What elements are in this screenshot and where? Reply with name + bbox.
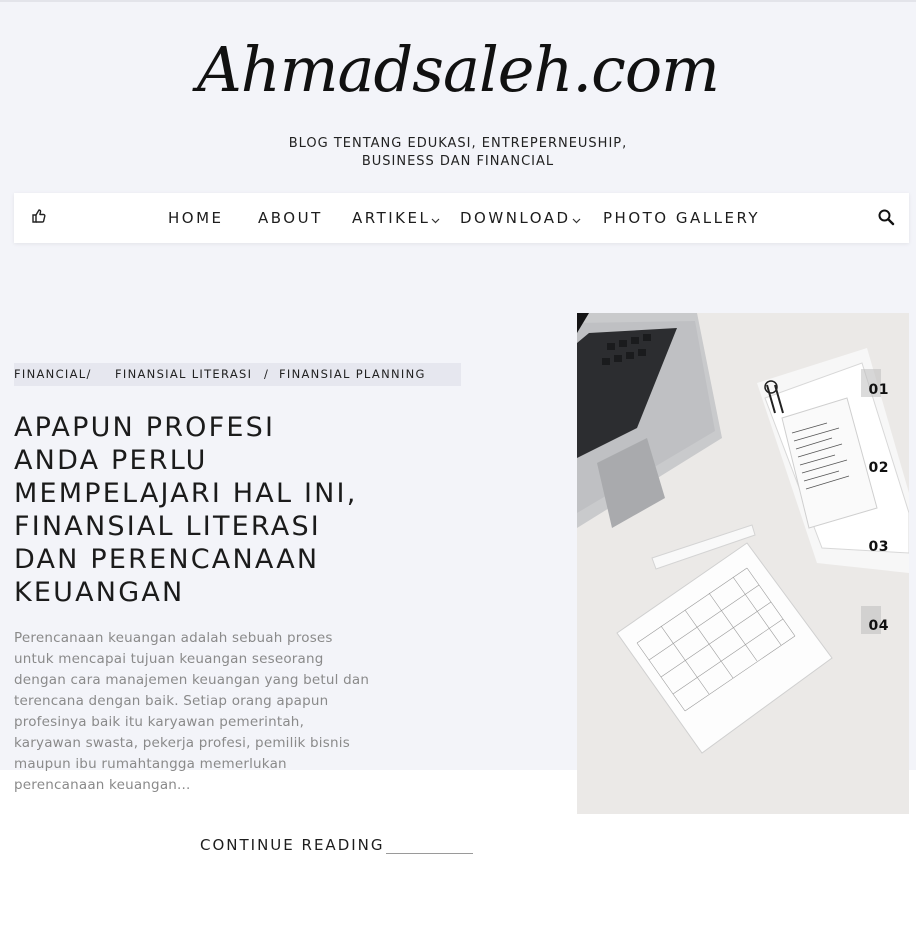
slider-number-label: 04 [868, 618, 889, 634]
slider-number-label: 02 [868, 460, 889, 476]
site-logo[interactable]: Ahmadsaleh.com [0, 30, 916, 110]
excerpt-line: profesinya baik itu karyawan pemerintah, [14, 714, 305, 730]
post-title-line: FINANSIAL LITERASI [14, 511, 321, 542]
nav-about[interactable]: ABOUT [258, 193, 323, 243]
category-bar: FINANCIAL/ FINANSIAL LITERASI / FINANSIA… [14, 363, 461, 386]
nav-artikel-label: ARTIKEL [352, 209, 431, 227]
nav-download-label: DOWNLOAD [460, 209, 571, 227]
slider-number-1[interactable]: 01 [861, 369, 889, 401]
featured-image[interactable] [577, 313, 909, 814]
excerpt-line: perencanaan keuangan... [14, 777, 191, 793]
nav-photo-gallery[interactable]: PHOTO GALLERY [603, 193, 760, 243]
post-title-line: MEMPELAJARI HAL INI, [14, 478, 358, 509]
excerpt-line: dengan cara manajemen keuangan yang betu… [14, 672, 370, 688]
tagline-line-1: BLOG TENTANG EDUKASI, ENTREPERNEUSHIP, [288, 136, 628, 151]
nav-home[interactable]: HOME [168, 193, 224, 243]
chevron-down-icon [572, 195, 581, 224]
category-separator: / [264, 367, 270, 381]
featured-image-illustration [577, 313, 909, 814]
post-title-line: APAPUN PROFESI [14, 412, 276, 443]
category-link-financial[interactable]: FINANCIAL/ [14, 367, 92, 381]
post-title-line: KEUANGAN [14, 577, 185, 608]
thumbs-up-icon[interactable] [30, 207, 48, 225]
post-excerpt: Perencanaan keuangan adalah sebuah prose… [14, 628, 399, 796]
excerpt-line: Perencanaan keuangan adalah sebuah prose… [14, 630, 333, 646]
category-link-finansial-literasi[interactable]: FINANSIAL LITERASI [115, 367, 252, 381]
post-title-line: DAN PERENCANAAN [14, 544, 320, 575]
site-tagline: BLOG TENTANG EDUKASI, ENTREPERNEUSHIP, B… [258, 135, 658, 171]
continue-reading-underline [386, 853, 473, 854]
main-navigation: HOME ABOUT ARTIKEL DOWNLOAD PHOTO GALLER… [14, 193, 909, 243]
excerpt-line: terencana dengan baik. Setiap orang apap… [14, 693, 329, 709]
excerpt-line: maupun ibu rumahtangga memerlukan [14, 756, 287, 772]
slider-number-4[interactable]: 04 [861, 606, 889, 637]
excerpt-line: karyawan swasta, pekerja profesi, pemili… [14, 735, 350, 751]
excerpt-line: untuk mencapai tujuan keuangan seseorang [14, 651, 324, 667]
slider-number-label: 03 [868, 539, 889, 555]
nav-download[interactable]: DOWNLOAD [460, 193, 581, 243]
slider-number-2[interactable]: 02 [861, 451, 889, 479]
tagline-line-2: BUSINESS DAN FINANCIAL [361, 154, 555, 169]
search-icon[interactable] [877, 208, 895, 226]
continue-reading-link[interactable]: CONTINUE READING [200, 836, 385, 854]
slider-number-3[interactable]: 03 [861, 530, 889, 558]
post-title-line: ANDA PERLU [14, 445, 208, 476]
post-title[interactable]: APAPUN PROFESI ANDA PERLU MEMPELAJARI HA… [14, 411, 414, 609]
chevron-down-icon [431, 195, 440, 224]
nav-artikel[interactable]: ARTIKEL [352, 193, 440, 243]
slider-number-label: 01 [868, 382, 889, 398]
category-link-finansial-planning[interactable]: FINANSIAL PLANNING [279, 367, 426, 381]
